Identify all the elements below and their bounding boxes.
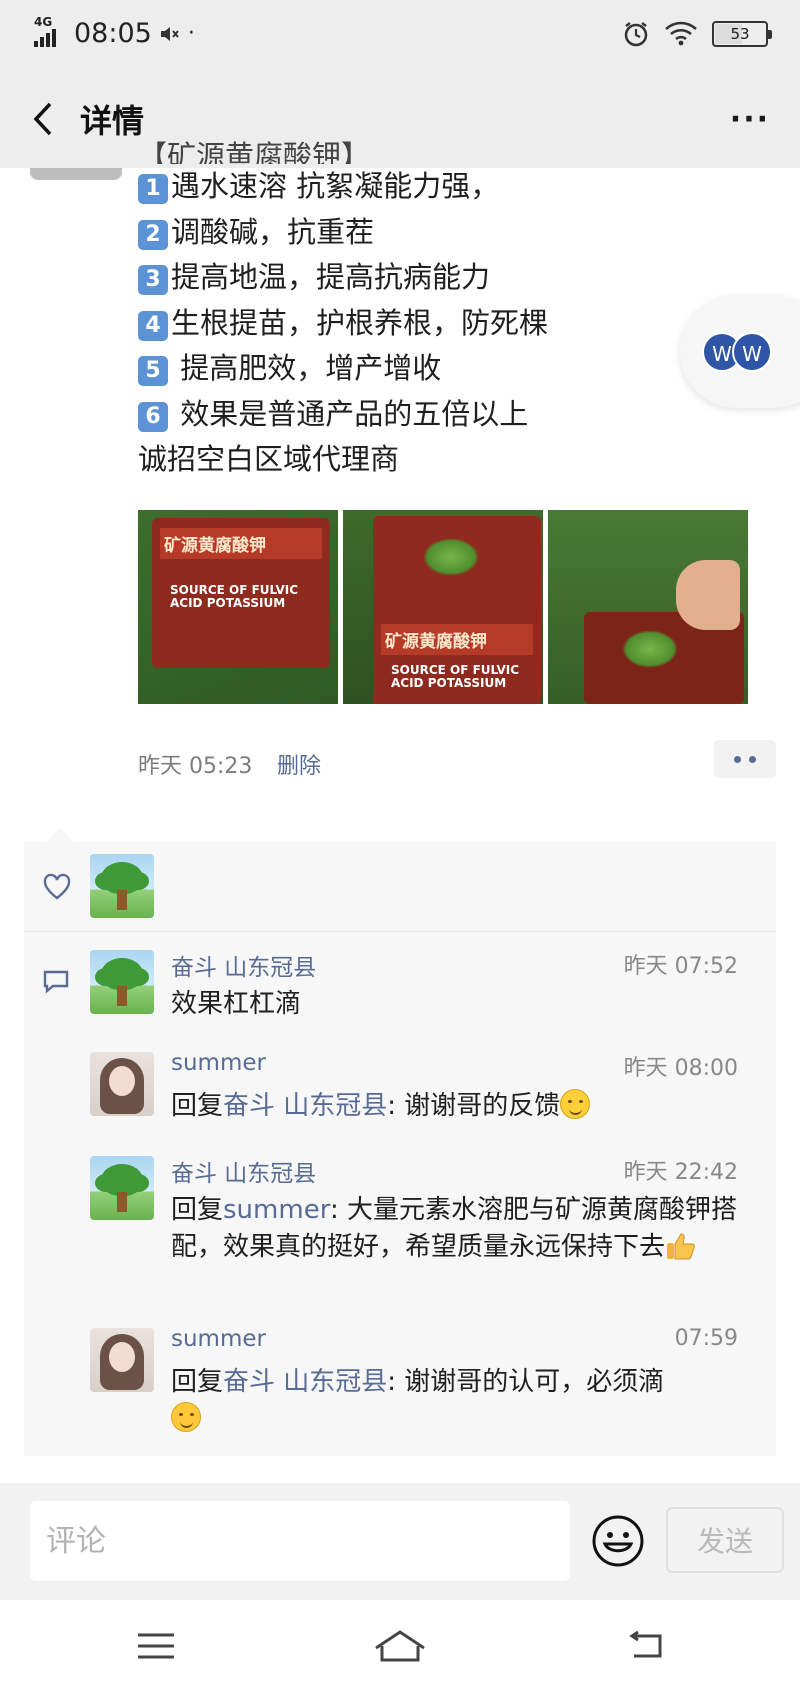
keycap-2-icon: 2 (138, 219, 168, 250)
comment-time: 07:59 (674, 1326, 738, 1351)
more-options-button[interactable]: ··· (730, 102, 770, 137)
keycap-3-icon: 3 (138, 265, 168, 295)
commenter-avatar[interactable] (90, 1328, 154, 1392)
emoji-picker-icon[interactable] (590, 1513, 646, 1569)
keycap-5-icon: 5 (138, 356, 168, 386)
comment-time: 昨天 08:00 (623, 1056, 738, 1081)
floating-avatar-2: W (732, 332, 772, 372)
poster-avatar[interactable] (30, 168, 122, 180)
back-nav-icon[interactable] (624, 1626, 668, 1666)
commenter-name[interactable]: 奋斗 山东冠县 (171, 1154, 316, 1188)
post-line: 4 生根提苗，护根养根，防死棵 (138, 301, 678, 347)
comment-text: 效果杠杠滴 (171, 989, 302, 1019)
like-comment-menu-button[interactable] (714, 740, 776, 778)
reply-target-name[interactable]: summer (223, 1195, 330, 1225)
heart-icon (43, 873, 71, 900)
comment-icon (43, 970, 69, 994)
network-type: 4G (34, 14, 53, 29)
commenter-avatar[interactable] (90, 1052, 154, 1116)
back-button[interactable] (24, 94, 64, 144)
commenter-avatar[interactable] (90, 1156, 154, 1220)
reply-target-name[interactable]: 奋斗 山东冠县 (223, 1367, 387, 1397)
delete-link[interactable]: 删除 (277, 748, 321, 780)
post-line-heading: 【矿源黄腐酸钾】 (138, 139, 371, 164)
status-time: 08:05 (74, 18, 152, 49)
comment-text: 回复奋斗 山东冠县: 谢谢哥的认可，必须滴 (171, 1364, 761, 1438)
likes-row (24, 842, 776, 932)
alarm-icon (624, 22, 648, 47)
post-line: 6 效果是普通产品的五倍以上 (138, 392, 678, 438)
post-line: 诚招空白区域代理商 (138, 442, 400, 476)
status-more: · (187, 21, 197, 46)
commenter-avatar[interactable] (90, 950, 154, 1014)
reply-target-name[interactable]: 奋斗 山东冠县 (223, 1091, 387, 1121)
comment-text: 回复奋斗 山东冠县: 谢谢哥的反馈 (171, 1088, 761, 1125)
battery-indicator: 53 (712, 21, 772, 47)
commenter-name[interactable]: summer (171, 1326, 266, 1352)
liker-avatar[interactable] (90, 854, 154, 918)
menu-icon[interactable] (134, 1626, 178, 1666)
floating-bubble[interactable]: W W (680, 296, 800, 408)
post-line: 2 调酸碱，抗重茬 (138, 210, 678, 256)
comment-text: 回复summer: 大量元素水溶肥与矿源黄腐酸钾搭配，效果真的挺好，希望质量永远… (171, 1195, 737, 1262)
wink-tongue-emoji-icon (171, 1402, 201, 1432)
smile-emoji-icon (560, 1089, 591, 1119)
thumbs-up-emoji-icon (667, 1233, 695, 1260)
photo-thumbnail[interactable] (548, 510, 748, 704)
home-icon[interactable] (372, 1626, 428, 1666)
panel-pointer (46, 828, 74, 842)
photo-thumbnail[interactable]: 矿源黄腐酸钾 SOURCE OF FULVIC ACID POTASSIUM (138, 510, 338, 704)
chevron-left-icon (33, 102, 52, 136)
commenter-name[interactable]: 奋斗 山东冠县 (171, 948, 316, 982)
post-timestamp: 昨天 05:23 (138, 754, 253, 779)
keycap-6-icon: 6 (138, 401, 168, 432)
system-nav-bar (0, 1600, 800, 1689)
send-button[interactable]: 发送 (666, 1507, 784, 1573)
comment-time: 昨天 22:42 (623, 1160, 738, 1185)
commenter-name[interactable]: summer (171, 1050, 266, 1076)
wifi-icon (665, 21, 697, 46)
comment-bar: 发送 (0, 1483, 800, 1600)
status-bar: 4G 08:05 · 53 (0, 0, 800, 72)
page-title: 详情 (80, 102, 145, 140)
keycap-4-icon: 4 (138, 310, 168, 341)
post-line: 3 提高地温，提高抗病能力 (138, 255, 678, 301)
post-body: 【矿源黄腐酸钾】 1 遇水速溶 抗絮凝能力强， 2 调酸碱，抗重茬 3 提高地温，提高… (138, 139, 678, 483)
post-line: 1 遇水速溶 抗絮凝能力强， (138, 164, 678, 210)
keycap-1-icon: 1 (138, 174, 168, 204)
photo-thumbnail[interactable]: 矿源黄腐酸钾 SOURCE OF FULVIC ACID POTASSIUM (343, 510, 543, 704)
photo-grid: 矿源黄腐酸钾 SOURCE OF FULVIC ACID POTASSIUM 矿… (138, 510, 748, 704)
comment-input[interactable] (30, 1501, 570, 1581)
signal-icon: 4G (34, 15, 68, 49)
comment-time: 昨天 07:52 (623, 954, 738, 979)
comments-panel: 奋斗 山东冠县 昨天 07:52 效果杠杠滴 summer 昨天 08:00 回… (24, 842, 776, 1456)
post-line: 5 提高肥效，增产增收 (138, 346, 678, 392)
speaker-muted-icon (160, 26, 179, 41)
